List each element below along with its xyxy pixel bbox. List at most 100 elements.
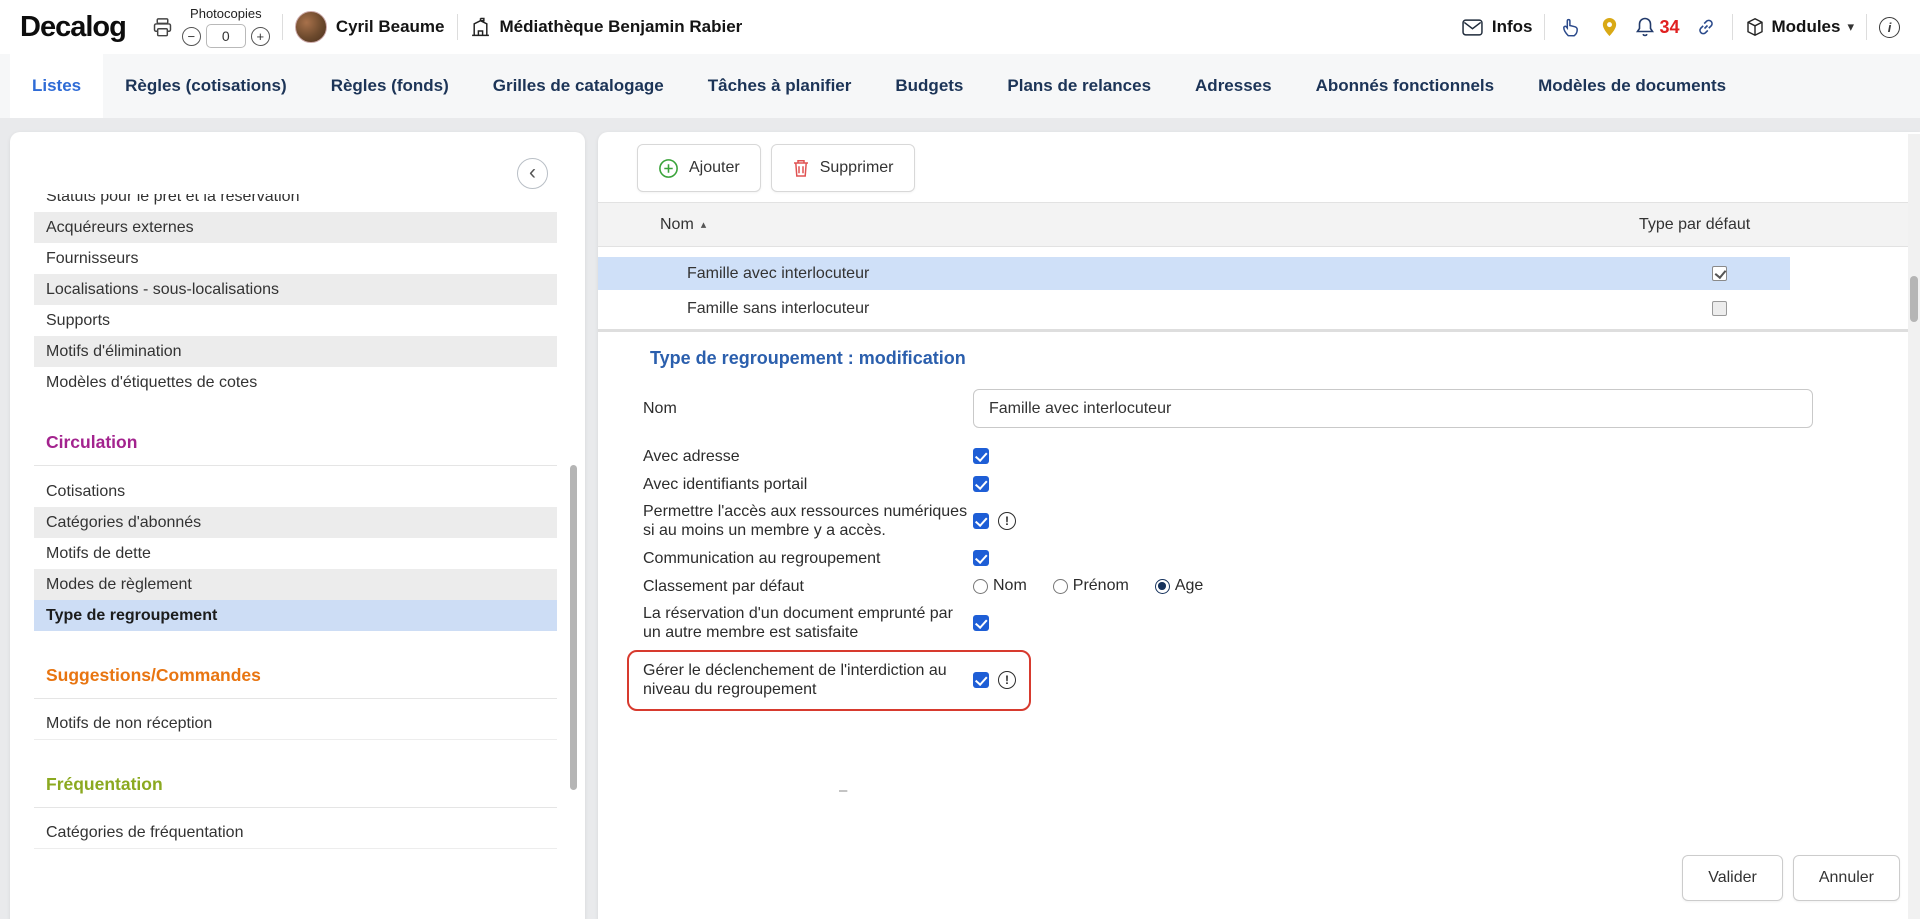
tab-adresses[interactable]: Adresses: [1173, 54, 1294, 118]
form-row-gerer-interdiction: Gérer le déclenchement de l'interdiction…: [643, 661, 1016, 699]
sidebar-item-acquereurs-externes[interactable]: Acquéreurs externes: [34, 212, 557, 243]
library-selector[interactable]: Médiathèque Benjamin Rabier: [470, 17, 743, 38]
reservation-satisfaite-checkbox[interactable]: [973, 615, 989, 631]
chevron-down-icon: ▾: [1847, 19, 1854, 35]
sidebar-item-statuts-pret[interactable]: Statuts pour le prêt et la réservation: [34, 194, 557, 212]
cube-icon: [1745, 17, 1765, 37]
tab-regles-cotisations[interactable]: Règles (cotisations): [103, 54, 309, 118]
sidebar-item-motifs-dette[interactable]: Motifs de dette: [34, 538, 557, 569]
splitter-handle[interactable]: –: [839, 782, 847, 799]
divider: [1732, 14, 1733, 40]
photocopies-count: 0: [206, 24, 246, 48]
sidebar-item-supports[interactable]: Supports: [34, 305, 557, 336]
main-scrollbar-track[interactable]: [1908, 134, 1920, 919]
info-icon[interactable]: !: [998, 512, 1016, 530]
infos-button[interactable]: Infos: [1462, 17, 1533, 37]
sidebar-item-cotisations[interactable]: Cotisations: [34, 476, 557, 507]
sidebar-item-fournisseurs[interactable]: Fournisseurs: [34, 243, 557, 274]
table-horizontal-scrollbar[interactable]: [598, 329, 1920, 332]
edit-form: Nom Avec adresse Avec identifiants porta…: [598, 389, 1920, 711]
form-title: Type de regroupement : modification: [650, 348, 1920, 369]
sidebar-item-categories-frequentation[interactable]: Catégories de fréquentation: [34, 818, 557, 849]
radio-icon: [973, 579, 988, 594]
notifications-button[interactable]: 34: [1634, 16, 1679, 38]
tab-plans-relances[interactable]: Plans de relances: [985, 54, 1173, 118]
sidebar-item-modes-reglement[interactable]: Modes de règlement: [34, 569, 557, 600]
column-header-nom[interactable]: Nom ▴: [598, 216, 706, 234]
acces-ressources-checkbox[interactable]: [973, 513, 989, 529]
sidebar-scrollbar[interactable]: [570, 465, 577, 790]
sidebar-item-motifs-elimination[interactable]: Motifs d'élimination: [34, 336, 557, 367]
tab-taches-planifier[interactable]: Tâches à planifier: [686, 54, 874, 118]
radio-option-nom[interactable]: Nom: [973, 577, 1027, 595]
map-pin-icon[interactable]: [1597, 16, 1622, 38]
divider: [282, 14, 283, 40]
cancel-button[interactable]: Annuler: [1793, 855, 1900, 901]
plus-icon: +: [257, 30, 265, 43]
field-label: Classement par défaut: [643, 577, 973, 596]
sidebar-item-modeles-etiquettes[interactable]: Modèles d'étiquettes de cotes: [34, 367, 557, 398]
trash-icon: [792, 158, 810, 178]
user-name: Cyril Beaume: [336, 17, 445, 37]
field-label: Avec identifiants portail: [643, 475, 973, 494]
nom-input[interactable]: [973, 389, 1813, 428]
radio-option-prenom[interactable]: Prénom: [1053, 577, 1129, 595]
form-row-identifiants-portail: Avec identifiants portail: [643, 470, 1920, 498]
type-par-defaut-checkbox[interactable]: [1712, 266, 1727, 281]
delete-button[interactable]: Supprimer: [771, 144, 915, 192]
infos-label: Infos: [1492, 17, 1533, 37]
field-label: Communication au regroupement: [643, 549, 973, 568]
type-par-defaut-checkbox[interactable]: [1712, 301, 1727, 316]
avatar: [295, 11, 327, 43]
column-header-type-par-defaut[interactable]: Type par défaut: [1639, 216, 1750, 234]
app-logo[interactable]: Decalog: [20, 11, 126, 44]
table-row-famille-sans-interlocuteur[interactable]: Famille sans interlocuteur: [598, 292, 1790, 325]
photocopies-decrement-button[interactable]: −: [182, 27, 201, 46]
table-header: Nom ▴ Type par défaut: [598, 202, 1920, 247]
photocopies-increment-button[interactable]: +: [251, 27, 270, 46]
divider: [457, 14, 458, 40]
avec-identifiants-portail-checkbox[interactable]: [973, 476, 989, 492]
main-panel: Ajouter Supprimer Nom ▴ Type par défaut …: [598, 132, 1920, 919]
library-name: Médiathèque Benjamin Rabier: [500, 17, 743, 37]
add-button[interactable]: Ajouter: [637, 144, 761, 192]
communication-regroupement-checkbox[interactable]: [973, 550, 989, 566]
tab-listes[interactable]: Listes: [10, 54, 103, 118]
user-menu[interactable]: Cyril Beaume: [295, 11, 445, 43]
main-tabs: Listes Règles (cotisations) Règles (fond…: [0, 54, 1920, 118]
annotation-highlight-box: Gérer le déclenchement de l'interdiction…: [627, 650, 1031, 711]
sidebar-list: Statuts pour le prêt et la réservation A…: [34, 194, 557, 919]
divider: [1544, 14, 1545, 40]
avec-adresse-checkbox[interactable]: [973, 448, 989, 464]
gerer-interdiction-checkbox[interactable]: [973, 672, 989, 688]
validate-button[interactable]: Valider: [1682, 855, 1783, 901]
plus-circle-icon: [658, 158, 679, 179]
form-row-acces-ressources: Permettre l'accès aux ressources numériq…: [643, 502, 1920, 540]
tab-modeles-documents[interactable]: Modèles de documents: [1516, 54, 1748, 118]
modules-menu[interactable]: Modules ▾: [1745, 17, 1854, 37]
bell-icon: [1634, 16, 1656, 38]
sidebar-item-localisations[interactable]: Localisations - sous-localisations: [34, 274, 557, 305]
sidebar-item-categories-abonnes[interactable]: Catégories d'abonnés: [34, 507, 557, 538]
tab-abonnes-fonctionnels[interactable]: Abonnés fonctionnels: [1294, 54, 1517, 118]
tab-regles-fonds[interactable]: Règles (fonds): [309, 54, 471, 118]
sidebar-collapse-button[interactable]: ‹: [517, 158, 548, 189]
tab-grilles-catalogage[interactable]: Grilles de catalogage: [471, 54, 686, 118]
form-row-nom: Nom: [643, 389, 1920, 428]
link-icon[interactable]: [1692, 16, 1720, 38]
info-icon[interactable]: !: [998, 671, 1016, 689]
form-row-reservation-satisfaite: La réservation d'un document emprunté pa…: [643, 604, 1920, 642]
photocopier-icon: [152, 17, 173, 38]
main-scrollbar-thumb[interactable]: [1910, 276, 1918, 322]
sidebar-item-motifs-non-reception[interactable]: Motifs de non réception: [34, 709, 557, 740]
sidebar-item-type-regroupement[interactable]: Type de regroupement: [34, 600, 557, 631]
sort-ascending-icon: ▴: [701, 218, 707, 231]
modules-label: Modules: [1772, 17, 1841, 37]
tab-budgets[interactable]: Budgets: [873, 54, 985, 118]
radio-option-age[interactable]: Age: [1155, 577, 1203, 595]
hand-cursor-icon[interactable]: [1557, 16, 1585, 38]
form-row-avec-adresse: Avec adresse: [643, 442, 1920, 470]
table-row-famille-avec-interlocuteur[interactable]: Famille avec interlocuteur: [598, 257, 1790, 290]
minus-icon: −: [188, 30, 196, 43]
help-icon[interactable]: i: [1879, 17, 1900, 38]
